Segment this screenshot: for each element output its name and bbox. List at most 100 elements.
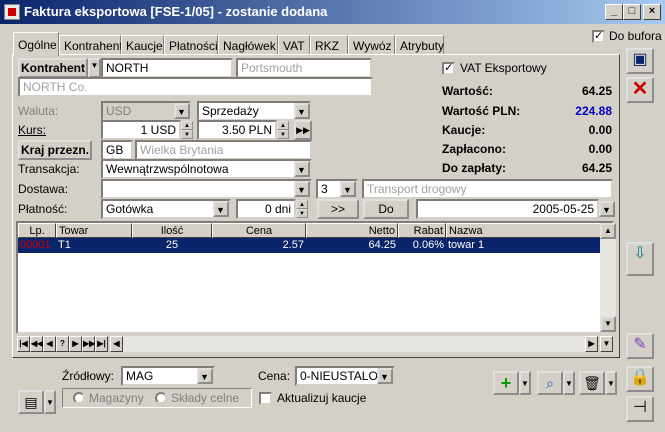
scroll-down-icon[interactable]: ▼ (600, 316, 616, 332)
tab-vat[interactable]: VAT (278, 35, 310, 55)
platnosc-dropdown-icon[interactable] (213, 201, 229, 217)
kraj-name-field[interactable]: Wielka Brytania (135, 140, 312, 160)
table-header-rabat[interactable]: Rabat (398, 223, 446, 238)
pin-icon[interactable]: ⊣ (626, 396, 654, 422)
table-header-netto[interactable]: Netto (306, 223, 398, 238)
table-header-towar[interactable]: Towar (56, 223, 132, 238)
lock-icon[interactable]: 🔒 (626, 366, 654, 392)
table-cell-rabat[interactable]: 0.06% (398, 238, 446, 253)
tab-ogolne[interactable]: Ogólne (13, 32, 59, 56)
platnosc-select[interactable]: Gotówka (101, 199, 231, 219)
tab-atrybuty[interactable]: Atrybuty (395, 35, 444, 55)
transport-name-field[interactable]: Transport drogowy (362, 179, 613, 199)
close-button[interactable]: × (643, 4, 661, 20)
table-header-cena[interactable]: Cena (212, 223, 306, 238)
tab-rkz[interactable]: RKZ (310, 35, 348, 55)
tab-naglowek[interactable]: Nagłówek (218, 35, 278, 55)
items-table[interactable]: Lp. Towar Ilość Cena Netto Rabat Nazwa 0… (16, 221, 616, 334)
transakcja-label: Transakcja: (18, 162, 80, 176)
add-item-button[interactable]: + (493, 371, 519, 395)
trash-dropdown-button[interactable]: ▼ (605, 371, 617, 395)
kurs-to-field[interactable]: 3.50 PLN (197, 120, 277, 140)
waluta-type-dropdown-icon[interactable] (294, 103, 310, 119)
table-header-ilosc[interactable]: Ilość (132, 223, 212, 238)
platnosc-do-button[interactable]: Do (363, 199, 409, 219)
table-cell-cena[interactable]: 2.57 (212, 238, 306, 253)
document-button[interactable]: ▤ (18, 390, 44, 414)
nav-first-icon[interactable]: |◀ (17, 336, 30, 352)
sklady-radio[interactable] (155, 392, 167, 404)
maximize-button[interactable]: □ (623, 4, 641, 20)
kontrahent-dropdown-button[interactable]: ▼ (88, 58, 101, 78)
zaplacono-value: 0.00 (588, 142, 612, 156)
kontrahent-city-field[interactable]: Portsmouth (236, 58, 372, 78)
kurs-from-down-icon[interactable]: ▼ (181, 130, 193, 139)
cancel-icon[interactable]: ✕ (626, 77, 654, 103)
table-cell-lp[interactable]: 00001 (18, 238, 56, 253)
kaucje-value: 0.00 (588, 123, 612, 137)
hscroll-right-icon[interactable]: ▶ (585, 336, 598, 352)
do-bufora-checkbox[interactable]: ✓ (592, 30, 605, 43)
dostawa-dropdown-icon[interactable] (294, 181, 310, 197)
platnosc-days-down-icon[interactable]: ▼ (296, 209, 308, 218)
zrodlowy-dropdown-icon[interactable] (197, 368, 213, 384)
kurs-from-field[interactable]: 1 USD (101, 120, 181, 140)
document-dropdown-button[interactable]: ▼ (44, 390, 56, 414)
table-cell-nazwa[interactable]: towar 1 (446, 238, 602, 253)
table-cell-towar[interactable]: T1 (56, 238, 132, 253)
nav-help-icon[interactable]: ? (56, 336, 69, 352)
search-dropdown-button[interactable]: ▼ (563, 371, 575, 395)
tools-icon[interactable]: ✎ (626, 333, 654, 359)
platnosc-date-field[interactable]: 2005-05-25 (416, 199, 599, 219)
nav-prev-icon[interactable]: ◀ (43, 336, 56, 352)
transport-code-dropdown-icon[interactable] (340, 181, 356, 197)
platnosc-days-field[interactable]: 0 dni (236, 199, 296, 219)
transakcja-select[interactable]: Wewnątrzwspólnotowa (101, 159, 312, 179)
platnosc-date-dropdown-icon[interactable] (599, 201, 615, 217)
nav-last-icon[interactable]: ▶| (95, 336, 108, 352)
kurs-from-up-icon[interactable]: ▲ (181, 121, 193, 130)
table-header-nazwa[interactable]: Nazwa (446, 223, 602, 238)
trash-icon[interactable]: 🗑 (579, 371, 605, 395)
vat-eksport-checkbox[interactable]: ✓ (442, 62, 455, 75)
scroll-up-icon[interactable]: ▲ (600, 223, 616, 239)
kraj-button[interactable]: Kraj przezn. (18, 140, 92, 160)
hscroll-end-icon[interactable]: ▼ (600, 336, 613, 352)
export-icon[interactable]: ⇩ (626, 242, 654, 276)
aktualizuj-checkbox[interactable] (259, 392, 272, 405)
table-vertical-scrollbar[interactable]: ▲ ▼ (600, 223, 616, 332)
add-item-dropdown-button[interactable]: ▼ (519, 371, 531, 395)
nav-next-icon[interactable]: ▶ (69, 336, 82, 352)
tab-kontrahent[interactable]: Kontrahent (59, 35, 123, 55)
kontrahent-name-field[interactable]: NORTH Co. (18, 77, 373, 97)
kurs-to-down-icon[interactable]: ▼ (277, 130, 289, 139)
kontrahent-button[interactable]: Kontrahent (18, 58, 88, 78)
save-icon[interactable]: ▣ (626, 48, 654, 74)
table-header-lp[interactable]: Lp. (18, 223, 56, 238)
nav-next-page-icon[interactable]: ▶▶ (82, 336, 95, 352)
cena-dropdown-icon[interactable] (377, 368, 393, 384)
kurs-fetch-button[interactable]: ▶▶ (294, 120, 312, 140)
tab-platnosci[interactable]: Płatności (164, 35, 218, 55)
wartosc-value: 64.25 (581, 84, 612, 98)
kontrahent-code-field[interactable]: NORTH (101, 58, 233, 78)
kaucje-label: Kaucje: (442, 123, 486, 137)
platnosc-arrow-button[interactable]: >> (317, 199, 359, 219)
minimize-button[interactable]: _ (605, 4, 623, 20)
search-icon[interactable]: ⌕ (537, 371, 563, 395)
table-cell-netto[interactable]: 64.25 (306, 238, 398, 253)
waluta-dropdown-icon[interactable] (174, 103, 190, 119)
horizontal-scrollbar-track[interactable] (123, 336, 585, 352)
nav-prev-page-icon[interactable]: ◀◀ (30, 336, 43, 352)
table-cell-ilosc[interactable]: 25 (132, 238, 212, 253)
transakcja-dropdown-icon[interactable] (294, 161, 310, 177)
tab-wywoz[interactable]: Wywóz (348, 35, 395, 55)
dostawa-select[interactable] (101, 179, 312, 199)
magazyny-radio[interactable] (73, 392, 85, 404)
kraj-code-field[interactable]: GB (101, 140, 133, 160)
hscroll-left-icon[interactable]: ◀ (110, 336, 123, 352)
do-zaplaty-label: Do zapłaty: (442, 161, 507, 175)
kurs-to-up-icon[interactable]: ▲ (277, 121, 289, 130)
platnosc-days-up-icon[interactable]: ▲ (296, 200, 308, 209)
tab-kaucje[interactable]: Kaucje (121, 35, 164, 55)
